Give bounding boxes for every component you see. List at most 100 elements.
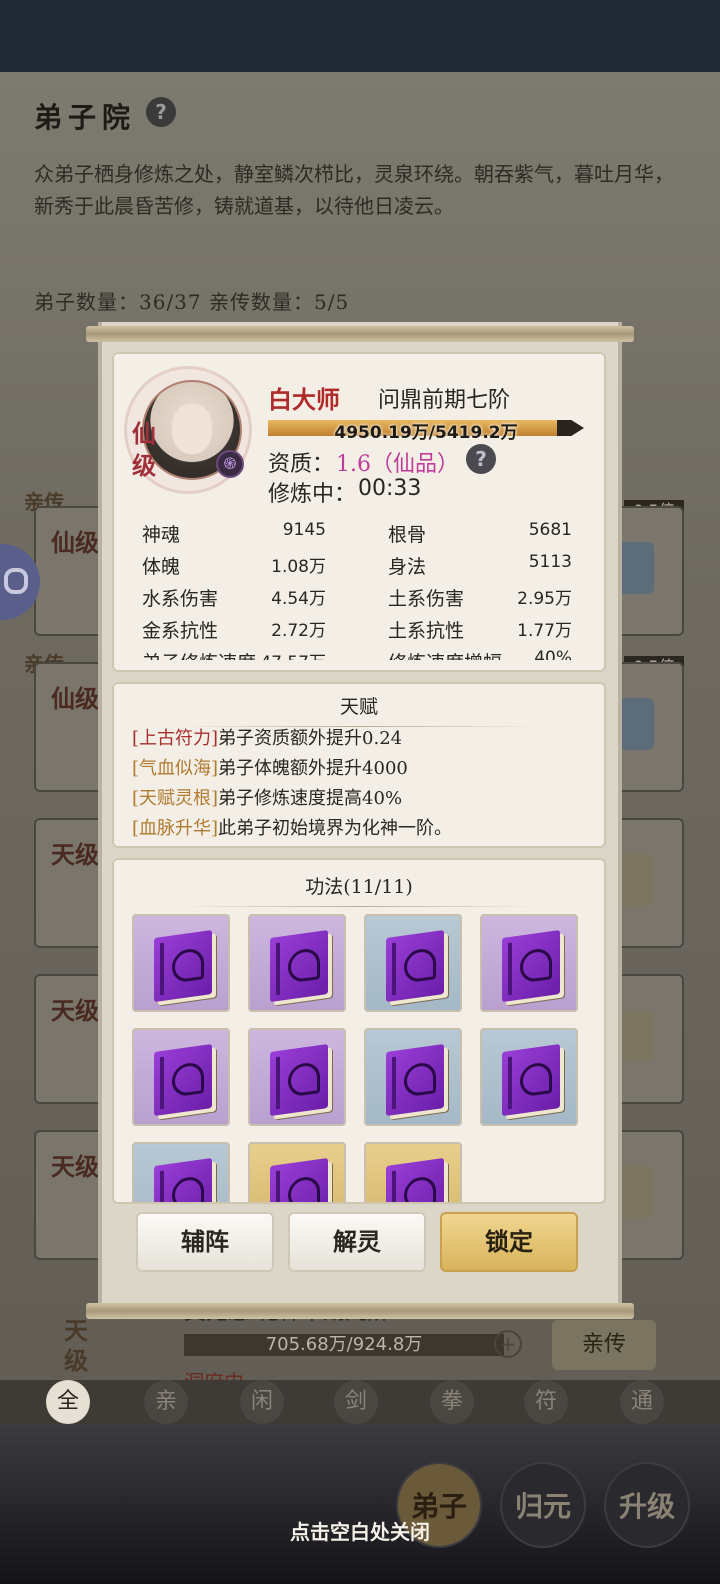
avatar-face xyxy=(172,404,212,454)
skill-book-icon xyxy=(154,1043,212,1117)
skill-tile[interactable] xyxy=(248,914,346,1012)
disciple-name: 白大师 xyxy=(268,385,340,414)
skill-book-icon xyxy=(502,929,560,1003)
skill-book-icon xyxy=(270,1043,328,1117)
top-banner xyxy=(0,0,720,72)
filter-bar: 全 亲 闲 剑 拳 符 通 xyxy=(0,1380,720,1424)
attribute-row: 金系抗性 2.72万 土系抗性 1.77万 xyxy=(124,612,594,644)
attribute-name: 修炼速度增幅 xyxy=(388,648,502,660)
disciple-count: 弟子数量：36/37 亲传数量：5/5 xyxy=(34,290,350,314)
attribute-name: 体魄 xyxy=(142,556,181,578)
attribute-row: 弟子修炼速度 47.57万 修炼速度增幅 40% xyxy=(124,644,594,660)
scroll-rod-top xyxy=(86,326,634,342)
filter-general[interactable]: 通 xyxy=(620,1380,664,1424)
skill-tile[interactable] xyxy=(480,1028,578,1126)
skill-book-icon xyxy=(386,929,444,1003)
attribute-value: 40% xyxy=(534,648,572,660)
attribute-value: 1.77万 xyxy=(517,621,572,641)
quality-label: 资质： xyxy=(268,452,335,477)
filter-all[interactable]: 全 xyxy=(46,1380,90,1424)
attribute-row: 神魂 9145 根骨 5681 xyxy=(124,516,594,548)
release-button[interactable]: 解灵 xyxy=(288,1212,426,1272)
attribute-value: 2.95万 xyxy=(517,589,572,609)
rank-seal: 仙级 xyxy=(132,419,156,480)
skill-tile[interactable] xyxy=(132,1142,230,1202)
attribute-value: 1.08万 xyxy=(271,557,326,577)
rank-seal: 天级 xyxy=(64,1316,88,1375)
talent-tag: [天赋灵根] xyxy=(132,788,219,809)
rank-seal: 仙级 xyxy=(51,684,99,713)
page-title: 弟子院 xyxy=(34,101,137,134)
swirl-icon: ֍ xyxy=(216,450,244,478)
skills-title: 功法(11/11) xyxy=(114,872,604,907)
attribute-name: 根骨 xyxy=(388,524,427,546)
talent-item: [气血似海]弟子体魄额外提升4000 xyxy=(132,754,408,780)
skill-book-icon xyxy=(270,929,328,1003)
help-icon[interactable]: ? xyxy=(466,444,496,474)
skill-tile[interactable] xyxy=(132,914,230,1012)
attribute-value: 5681 xyxy=(528,520,572,540)
talent-item: [上古符力]弟子资质额外提升0.24 xyxy=(132,724,402,750)
talent-panel: 天赋 [上古符力]弟子资质额外提升0.24 [气血似海]弟子体魄额外提升4000… xyxy=(112,682,606,848)
skill-tile[interactable] xyxy=(132,1028,230,1126)
skills-panel[interactable]: 功法(11/11) xyxy=(112,858,606,1204)
attribute-name: 神魂 xyxy=(142,524,181,546)
filter-fist[interactable]: 拳 xyxy=(430,1380,474,1424)
talent-text: 弟子修炼速度提高40% xyxy=(218,788,403,809)
talent-tag: [血脉升华] xyxy=(132,818,219,839)
attribute-value: 2.72万 xyxy=(271,621,326,641)
rank-seal: 天级 xyxy=(51,996,99,1025)
exp-bar: 705.68万/924.8万 xyxy=(184,1334,504,1356)
skill-tile[interactable] xyxy=(364,914,462,1012)
talent-text: 此弟子初始境界为化神一阶。 xyxy=(218,818,453,839)
skill-book-icon xyxy=(502,1043,560,1117)
help-icon[interactable]: ? xyxy=(146,97,176,127)
filter-idle[interactable]: 闲 xyxy=(240,1380,284,1424)
attribute-name: 弟子修炼速度 xyxy=(142,648,256,660)
exp-text: 4950.19万/5419.2万 xyxy=(334,423,518,443)
rank-seal: 天级 xyxy=(51,840,99,869)
skill-tile[interactable] xyxy=(480,914,578,1012)
page-description: 众弟子栖身修炼之处，静室鳞次栉比，灵泉环绕。朝吞紫气，暮吐月华，新秀于此晨昏苦修… xyxy=(34,162,674,218)
close-hint[interactable]: 点击空白处关闭 xyxy=(0,1516,720,1545)
attribute-row: 体魄 1.08万 身法 5113 xyxy=(124,548,594,580)
attribute-name: 身法 xyxy=(388,556,427,578)
skill-tile[interactable] xyxy=(364,1028,462,1126)
talent-item: [血脉升华]此弟子初始境界为化神一阶。 xyxy=(132,814,452,840)
assist-button[interactable]: 辅阵 xyxy=(136,1212,274,1272)
talent-tag: [气血似海] xyxy=(132,758,219,779)
attribute-row: 水系伤害 4.54万 土系伤害 2.95万 xyxy=(124,580,594,612)
attribute-list[interactable]: 神魂 9145 根骨 5681 体魄 1.08万 身法 5113 水系伤害 4.… xyxy=(124,512,594,660)
attribute-name: 土系抗性 xyxy=(388,620,465,642)
skill-book-icon xyxy=(386,1043,444,1117)
skill-book-icon xyxy=(270,1157,328,1202)
lock-button[interactable]: 锁定 xyxy=(440,1212,578,1272)
skill-tile[interactable] xyxy=(248,1028,346,1126)
skill-book-icon xyxy=(154,1157,212,1202)
attribute-name: 金系抗性 xyxy=(142,620,219,642)
attribute-value: 47.57万 xyxy=(244,648,326,660)
attribute-value: 9145 xyxy=(282,520,326,540)
talent-text: 弟子体魄额外提升4000 xyxy=(218,758,408,779)
quality-value: 1.6（仙品） xyxy=(336,452,459,477)
skill-book-icon xyxy=(386,1157,444,1202)
skill-book-icon xyxy=(154,929,212,1003)
promote-button[interactable]: 亲传 xyxy=(552,1320,656,1370)
rank-seal: 仙级 xyxy=(51,528,99,557)
attribute-name: 水系伤害 xyxy=(142,588,219,610)
plus-icon[interactable]: + xyxy=(494,1330,522,1358)
attribute-value: 5113 xyxy=(528,552,572,572)
filter-personal[interactable]: 亲 xyxy=(144,1380,188,1424)
skill-tile[interactable] xyxy=(248,1142,346,1202)
bottom-nav: 弟子 归元 升级 xyxy=(0,1424,720,1584)
filter-sword[interactable]: 剑 xyxy=(334,1380,378,1424)
talent-text: 弟子资质额外提升0.24 xyxy=(218,728,403,749)
attribute-value: 4.54万 xyxy=(271,589,326,609)
talent-item: [天赋灵根]弟子修炼速度提高40% xyxy=(132,784,402,810)
disciple-realm: 问鼎前期七阶 xyxy=(378,388,511,413)
scroll-rod-bottom xyxy=(86,1303,634,1319)
skill-tile[interactable] xyxy=(364,1142,462,1202)
attribute-name: 土系伤害 xyxy=(388,588,465,610)
filter-talisman[interactable]: 符 xyxy=(524,1380,568,1424)
rank-seal: 天级 xyxy=(51,1152,99,1181)
